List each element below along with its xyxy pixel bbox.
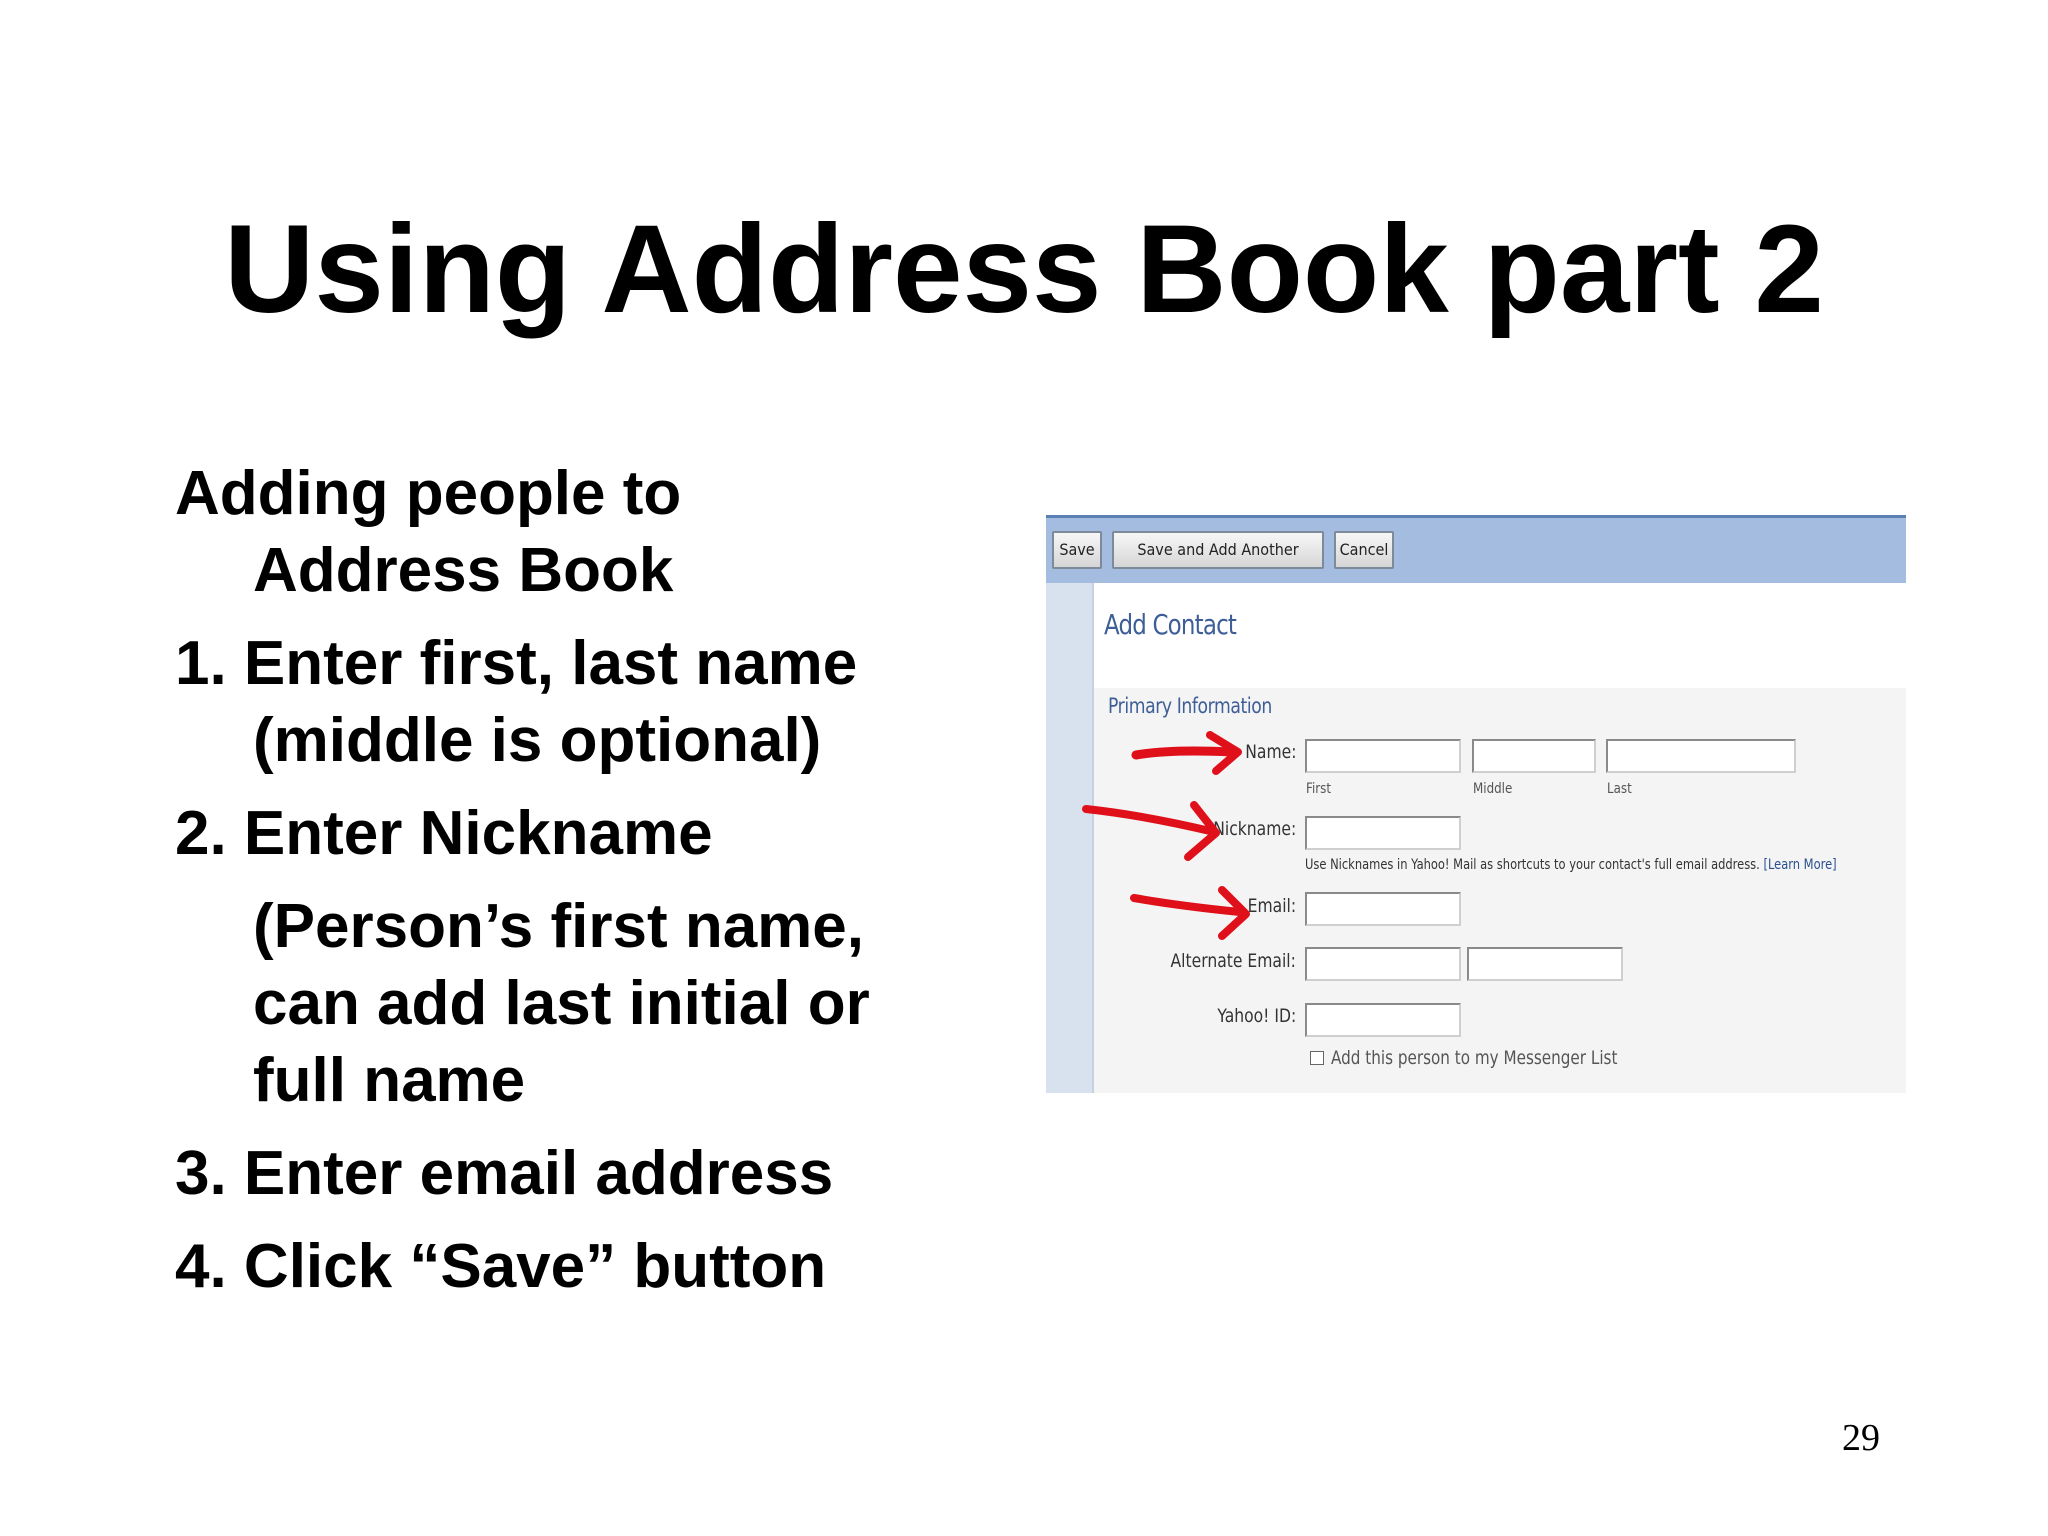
cancel-button[interactable]: Cancel bbox=[1334, 531, 1394, 569]
form-toolbar: Save Save and Add Another Cancel bbox=[1046, 515, 1906, 583]
middle-name-input[interactable] bbox=[1472, 739, 1596, 773]
intro-line: Adding people to bbox=[175, 459, 682, 528]
step-note: full name bbox=[253, 1046, 526, 1115]
alternate-email-label: Alternate Email: bbox=[1170, 950, 1296, 972]
add-contact-screenshot: Save Save and Add Another Cancel Add Con… bbox=[1046, 515, 1906, 1093]
page-heading: Add Contact bbox=[1104, 608, 1237, 641]
red-arrow-email bbox=[1130, 886, 1250, 940]
first-sublabel: First bbox=[1306, 781, 1332, 797]
save-and-add-another-button[interactable]: Save and Add Another bbox=[1112, 531, 1324, 569]
messenger-checkbox[interactable] bbox=[1310, 1051, 1324, 1065]
step-item: 2. Enter Nickname bbox=[175, 799, 713, 868]
last-name-input[interactable] bbox=[1606, 739, 1796, 773]
step-note: can add last initial or bbox=[253, 969, 870, 1038]
nickname-help: Use Nicknames in Yahoo! Mail as shortcut… bbox=[1305, 857, 1760, 873]
red-arrow-nickname bbox=[1082, 801, 1220, 861]
alternate-email-input-2[interactable] bbox=[1467, 947, 1623, 981]
email-input[interactable] bbox=[1305, 892, 1461, 926]
name-label: Name: bbox=[1244, 741, 1296, 763]
yahoo-id-input[interactable] bbox=[1305, 1003, 1461, 1037]
intro-line: Address Book bbox=[253, 536, 674, 605]
section-title: Primary Information bbox=[1108, 694, 1272, 718]
yahoo-id-label: Yahoo! ID: bbox=[1217, 1005, 1296, 1027]
first-name-input[interactable] bbox=[1305, 739, 1461, 773]
messenger-checkbox-label: Add this person to my Messenger List bbox=[1331, 1047, 1618, 1069]
nickname-help-text: Use Nicknames in Yahoo! Mail as shortcut… bbox=[1305, 857, 1837, 873]
slide-body: Adding people to Address Book 1. Enter f… bbox=[175, 455, 1015, 1305]
slide-title: Using Address Book part 2 bbox=[224, 200, 1824, 339]
step-note: (Person’s first name, bbox=[253, 892, 865, 961]
alternate-email-input[interactable] bbox=[1305, 947, 1461, 981]
middle-sublabel: Middle bbox=[1473, 781, 1513, 797]
red-arrow-name bbox=[1131, 731, 1242, 775]
step-item: 4. Click “Save” button bbox=[175, 1232, 827, 1301]
last-sublabel: Last bbox=[1607, 781, 1632, 797]
save-button[interactable]: Save bbox=[1052, 531, 1102, 569]
step-item-continued: (middle is optional) bbox=[253, 706, 822, 775]
step-item: 1. Enter first, last name bbox=[175, 629, 858, 698]
nickname-input[interactable] bbox=[1305, 816, 1461, 850]
step-item: 3. Enter email address bbox=[175, 1139, 834, 1208]
page-number: 29 bbox=[1842, 1417, 1880, 1459]
learn-more-link[interactable]: [Learn More] bbox=[1763, 857, 1836, 873]
